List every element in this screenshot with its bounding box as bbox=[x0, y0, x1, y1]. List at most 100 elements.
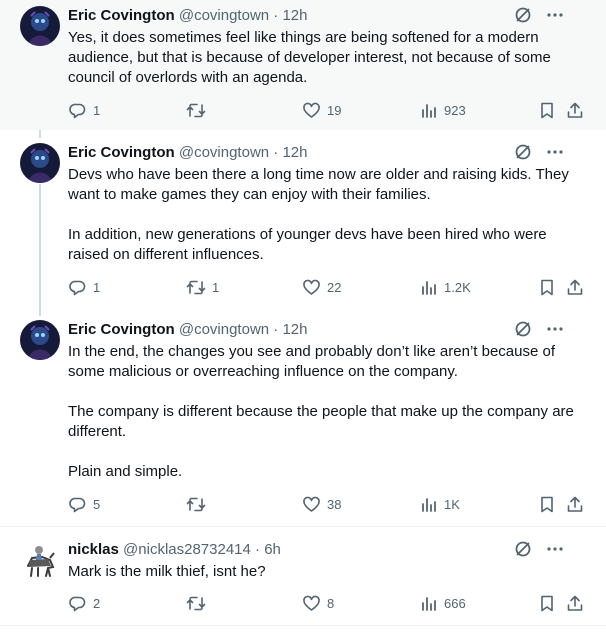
tweet-paragraph: Devs who have been there a long time now… bbox=[68, 166, 569, 203]
share-icon bbox=[567, 102, 583, 118]
retweet-button[interactable] bbox=[186, 100, 212, 120]
author-name[interactable]: Eric Covington bbox=[68, 144, 175, 161]
views-icon bbox=[422, 103, 436, 118]
tweet-paragraph: In addition, new generations of younger … bbox=[68, 226, 547, 263]
views-count: 923 bbox=[444, 102, 466, 118]
grok-icon[interactable] bbox=[514, 6, 532, 24]
reply-button[interactable]: 1 bbox=[68, 277, 100, 297]
views-button[interactable]: 666 bbox=[420, 593, 466, 613]
tweet-paragraph: Yes, it does sometimes feel like things … bbox=[68, 29, 551, 86]
retweet-button[interactable] bbox=[186, 593, 212, 613]
like-button[interactable]: 38 bbox=[302, 494, 341, 514]
tweet-tools bbox=[514, 143, 564, 161]
retweet-icon bbox=[186, 103, 206, 117]
avatar[interactable] bbox=[20, 6, 60, 46]
like-button[interactable]: 8 bbox=[302, 593, 334, 613]
bookmark-button[interactable] bbox=[538, 277, 556, 297]
grok-icon[interactable] bbox=[514, 143, 532, 161]
bookmark-button[interactable] bbox=[538, 593, 556, 613]
share-icon bbox=[567, 595, 583, 611]
tweet-paragraph: Mark is the milk thief, isnt he? bbox=[68, 563, 266, 580]
avatar[interactable] bbox=[20, 540, 60, 580]
author-name[interactable]: Eric Covington bbox=[68, 7, 175, 24]
divider bbox=[0, 625, 606, 626]
more-icon[interactable] bbox=[546, 540, 564, 558]
like-count: 22 bbox=[327, 279, 342, 295]
views-count: 1K bbox=[444, 496, 460, 512]
tweet-header: Eric Covington @covingtown · 12h bbox=[68, 143, 586, 163]
like-button[interactable]: 22 bbox=[302, 277, 341, 297]
bookmark-button[interactable] bbox=[538, 494, 556, 514]
more-icon[interactable] bbox=[546, 320, 564, 338]
like-icon bbox=[303, 279, 320, 295]
more-icon[interactable] bbox=[546, 143, 564, 161]
timestamp[interactable]: 12h bbox=[282, 7, 307, 24]
share-icon bbox=[567, 496, 583, 512]
tweet[interactable]: Eric Covington @covingtown · 12h Yes, it… bbox=[0, 0, 606, 130]
bookmark-icon bbox=[541, 102, 553, 118]
author-handle[interactable]: @covingtown bbox=[179, 144, 269, 161]
author-handle[interactable]: @nicklas28732414 bbox=[123, 541, 251, 558]
bookmark-button[interactable] bbox=[538, 100, 556, 120]
views-icon bbox=[422, 497, 436, 512]
timestamp[interactable]: 12h bbox=[282, 144, 307, 161]
like-count: 19 bbox=[327, 102, 342, 118]
reply-icon bbox=[69, 497, 86, 512]
grok-icon[interactable] bbox=[514, 320, 532, 338]
tweet-header: Eric Covington @covingtown · 12h bbox=[68, 6, 586, 26]
retweet-icon bbox=[186, 280, 206, 294]
retweet-button[interactable] bbox=[186, 494, 212, 514]
tweet[interactable]: Eric Covington @covingtown · 12h Devs wh… bbox=[0, 130, 606, 308]
separator: · bbox=[273, 7, 279, 24]
views-count: 666 bbox=[444, 595, 466, 611]
reply-icon bbox=[69, 280, 86, 295]
views-button[interactable]: 1.2K bbox=[420, 277, 471, 297]
views-button[interactable]: 923 bbox=[420, 100, 466, 120]
tweet-text: Devs who have been there a long time now… bbox=[68, 165, 582, 265]
share-button[interactable] bbox=[566, 494, 584, 514]
timestamp[interactable]: 12h bbox=[282, 321, 307, 338]
timestamp[interactable]: 6h bbox=[264, 541, 281, 558]
share-button[interactable] bbox=[566, 100, 584, 120]
tweet-actions: 1 19 923 bbox=[68, 100, 588, 120]
author-handle[interactable]: @covingtown bbox=[179, 321, 269, 338]
author-handle[interactable]: @covingtown bbox=[179, 7, 269, 24]
more-icon[interactable] bbox=[546, 6, 564, 24]
separator: · bbox=[273, 321, 279, 338]
share-button[interactable] bbox=[566, 277, 584, 297]
tweet-text: In the end, the changes you see and prob… bbox=[68, 342, 582, 482]
views-icon bbox=[422, 596, 436, 611]
tweet-paragraph: Plain and simple. bbox=[68, 463, 183, 480]
tweet-actions: 5 38 1K bbox=[68, 494, 588, 514]
tweet-tools bbox=[514, 320, 564, 338]
grok-icon[interactable] bbox=[514, 540, 532, 558]
like-icon bbox=[303, 595, 320, 611]
tweet-tools bbox=[514, 540, 564, 558]
tweet-text: Mark is the milk thief, isnt he? bbox=[68, 562, 582, 582]
tweet-actions: 2 8 666 bbox=[68, 593, 588, 613]
avatar[interactable] bbox=[20, 320, 60, 360]
author-name[interactable]: nicklas bbox=[68, 541, 119, 558]
tweet-paragraph: The company is different because the peo… bbox=[68, 403, 574, 440]
views-icon bbox=[422, 280, 436, 295]
reply-button[interactable]: 5 bbox=[68, 494, 100, 514]
tweet[interactable]: Eric Covington @covingtown · 12h In the … bbox=[0, 308, 606, 526]
reply-count: 5 bbox=[93, 496, 101, 512]
like-count: 8 bbox=[327, 595, 335, 611]
like-button[interactable]: 19 bbox=[302, 100, 341, 120]
retweet-count: 1 bbox=[212, 279, 220, 295]
retweet-button[interactable]: 1 bbox=[186, 277, 219, 297]
views-button[interactable]: 1K bbox=[420, 494, 460, 514]
reply-count: 1 bbox=[93, 279, 101, 295]
like-icon bbox=[303, 102, 320, 118]
reply-count: 1 bbox=[93, 102, 101, 118]
tweet[interactable]: nicklas @nicklas28732414 · 6h Mark is th… bbox=[0, 527, 606, 625]
reply-button[interactable]: 2 bbox=[68, 593, 100, 613]
share-icon bbox=[567, 279, 583, 295]
share-button[interactable] bbox=[566, 593, 584, 613]
like-count: 38 bbox=[327, 496, 342, 512]
author-name[interactable]: Eric Covington bbox=[68, 321, 175, 338]
avatar[interactable] bbox=[20, 143, 60, 183]
separator: · bbox=[255, 541, 261, 558]
reply-button[interactable]: 1 bbox=[68, 100, 100, 120]
